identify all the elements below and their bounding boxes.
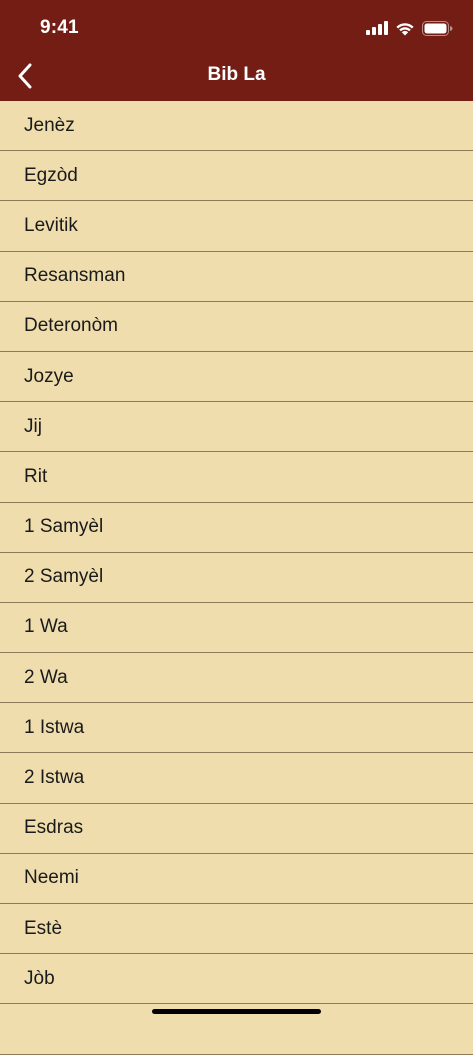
- book-item-1-wa[interactable]: 1 Wa: [0, 603, 473, 654]
- home-indicator: [152, 1009, 321, 1014]
- book-item-2-istwa[interactable]: 2 Istwa: [0, 753, 473, 804]
- status-icons: [366, 19, 453, 37]
- header: 9:41 Bib La: [0, 0, 473, 101]
- book-item-rit[interactable]: Rit: [0, 452, 473, 503]
- book-item-1-istwa[interactable]: 1 Istwa: [0, 703, 473, 754]
- status-bar: 9:41: [0, 0, 473, 52]
- book-item-levitik[interactable]: Levitik: [0, 201, 473, 252]
- cellular-signal-icon: [366, 21, 388, 35]
- book-item-1-samyel[interactable]: 1 Samyèl: [0, 503, 473, 553]
- book-item-2-wa[interactable]: 2 Wa: [0, 653, 473, 704]
- book-item-jozye[interactable]: Jozye: [0, 352, 473, 403]
- book-list: Jenèz Egzòd Levitik Resansman Deteronòm …: [0, 101, 473, 1055]
- book-item-job[interactable]: Jòb: [0, 954, 473, 1005]
- nav-bar: Bib La: [0, 52, 473, 101]
- book-item-egzod[interactable]: Egzòd: [0, 151, 473, 202]
- book-item-2-samyel[interactable]: 2 Samyèl: [0, 553, 473, 603]
- book-item-jij[interactable]: Jij: [0, 402, 473, 453]
- book-item-neemi[interactable]: Neemi: [0, 854, 473, 904]
- page-title: Bib La: [207, 64, 266, 85]
- battery-icon: [422, 20, 453, 36]
- book-item-esdras[interactable]: Esdras: [0, 804, 473, 854]
- book-item-jenez[interactable]: Jenèz: [0, 101, 473, 152]
- book-item-deteronom[interactable]: Deteronòm: [0, 302, 473, 352]
- book-item-resansman[interactable]: Resansman: [0, 252, 473, 302]
- status-time: 9:41: [40, 17, 79, 38]
- book-item-este[interactable]: Estè: [0, 904, 473, 955]
- wifi-icon: [396, 22, 414, 35]
